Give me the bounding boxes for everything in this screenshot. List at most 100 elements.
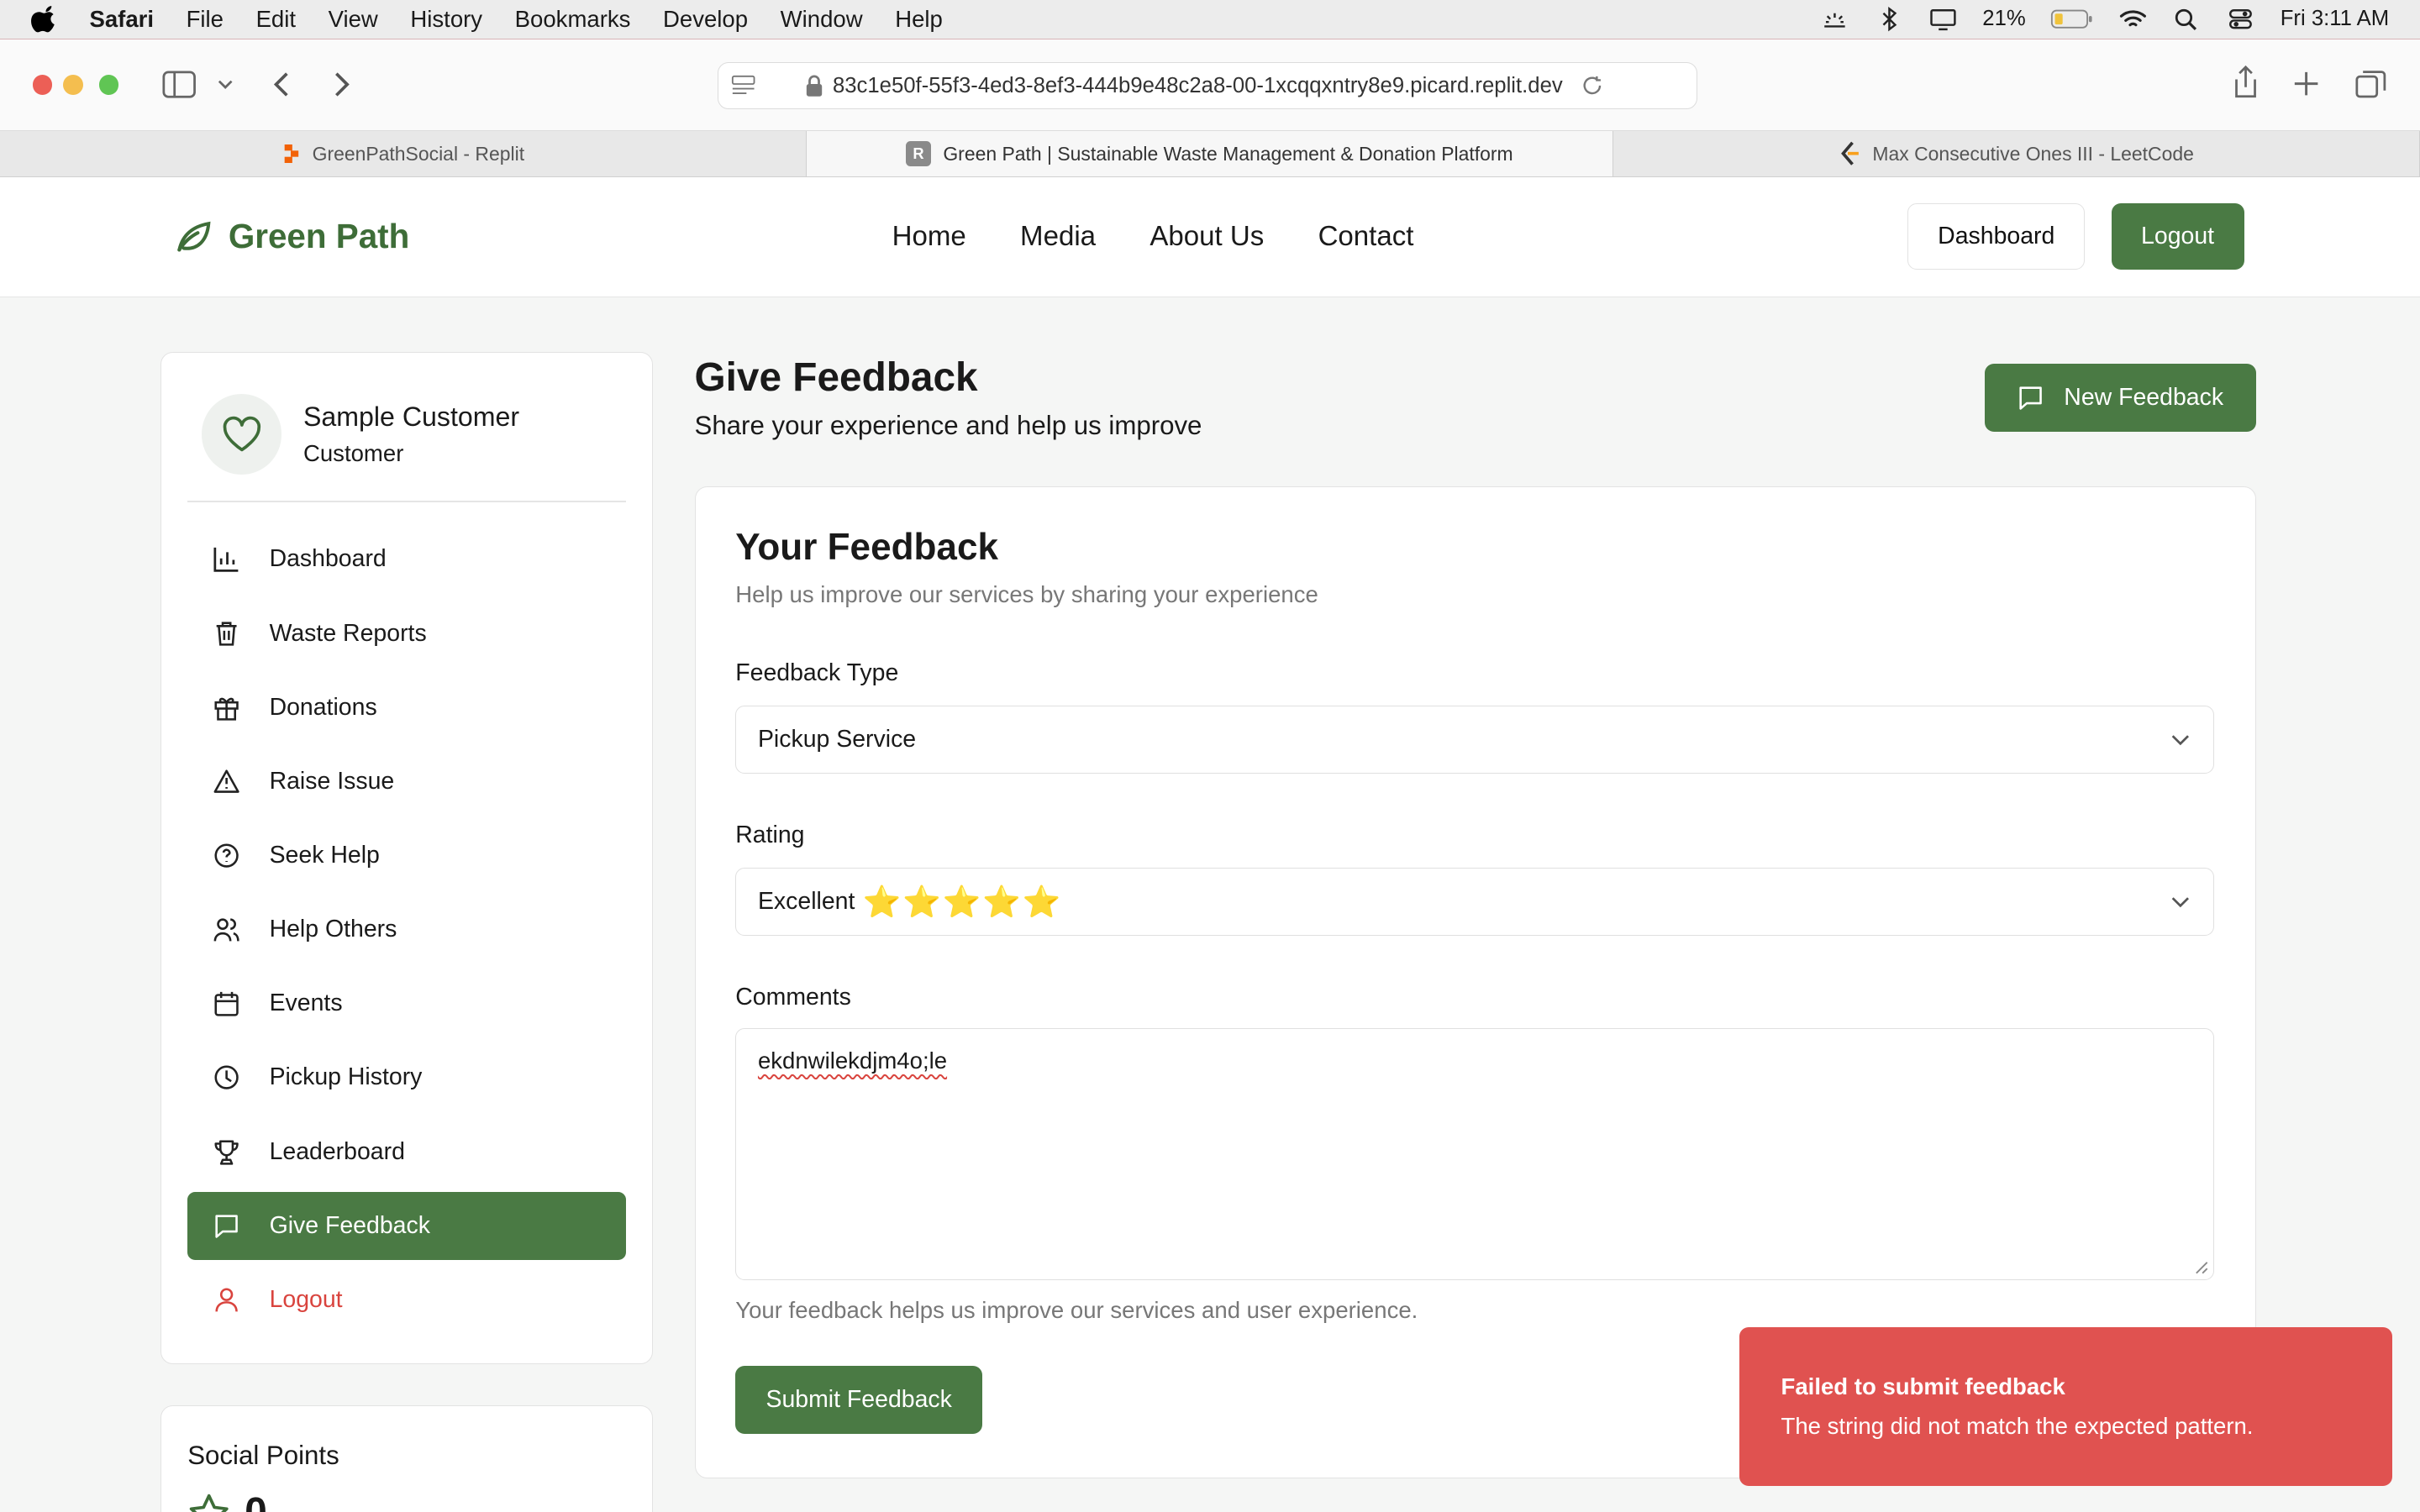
bluetooth-icon[interactable] (1875, 7, 1904, 32)
chevron-down-icon (2172, 897, 2190, 908)
brand-logo[interactable]: Green Path (173, 216, 410, 256)
page-menu-icon[interactable] (731, 75, 755, 97)
browser-tab[interactable]: Max Consecutive Ones III - LeetCode (1613, 131, 2420, 177)
user-icon (215, 1288, 239, 1312)
toast-message: The string did not match the expected pa… (1781, 1413, 2254, 1440)
dashboard-button[interactable]: Dashboard (1907, 203, 2086, 270)
menu-file[interactable]: File (187, 6, 224, 33)
warning-icon (214, 769, 240, 793)
menu-develop[interactable]: Develop (663, 6, 748, 33)
gift-icon (214, 697, 239, 721)
menu-edit[interactable]: Edit (256, 6, 296, 33)
battery-icon[interactable] (2050, 7, 2093, 31)
logout-button[interactable]: Logout (2111, 203, 2244, 270)
sidebar-item-raise-issue[interactable]: Raise Issue (187, 748, 626, 816)
trophy-icon (214, 1139, 239, 1165)
tab-overview-icon[interactable] (2355, 69, 2386, 98)
sidebar-item-label: Dashboard (269, 545, 387, 573)
url-text[interactable]: 83c1e50f-55f3-4ed3-8ef3-444b9e48c2a8-00-… (833, 74, 1563, 98)
user-role: Customer (302, 440, 404, 467)
sidebar-item-events[interactable]: Events (187, 969, 626, 1037)
comments-label: Comments (735, 983, 851, 1011)
new-tab-icon[interactable] (2293, 71, 2319, 97)
spotlight-search-icon[interactable] (2172, 7, 2202, 31)
user-name: Sample Customer (302, 402, 520, 432)
page-title: Give Feedback (694, 355, 978, 401)
social-points-card: Social Points 0 (160, 1405, 653, 1512)
error-toast[interactable]: Failed to submit feedback The string did… (1739, 1326, 2392, 1486)
chevron-down-icon[interactable] (218, 78, 233, 91)
rating-star-icon: ⭐ (902, 885, 941, 920)
wifi-icon[interactable] (2118, 7, 2148, 31)
display-icon[interactable] (1928, 7, 1958, 31)
rating-star-icon: ⭐ (1022, 885, 1061, 920)
menubar-status-area: 21% Fri 3:11 AM (1820, 0, 2389, 39)
apple-logo-icon[interactable] (30, 5, 59, 33)
control-center-icon[interactable] (2226, 7, 2255, 31)
calendar-icon (214, 992, 239, 1016)
sidebar-item-give-feedback[interactable]: Give Feedback (187, 1191, 626, 1260)
rating-select[interactable]: Excellent ⭐⭐⭐⭐⭐ (735, 868, 2214, 937)
lock-icon (806, 75, 823, 97)
rating-star-icon: ⭐ (942, 885, 981, 920)
menu-bookmarks[interactable]: Bookmarks (515, 6, 631, 33)
sidebar-item-leaderboard[interactable]: Leaderboard (187, 1118, 626, 1186)
minimize-window-button[interactable] (63, 75, 84, 96)
resize-handle-icon[interactable] (2195, 1261, 2209, 1275)
menu-window[interactable]: Window (781, 6, 863, 33)
nav-link-home[interactable]: Home (892, 221, 966, 253)
social-points-value: 0 (245, 1489, 267, 1512)
message-icon (215, 1215, 239, 1238)
back-arrow-icon[interactable] (271, 71, 293, 98)
address-bar[interactable]: 83c1e50f-55f3-4ed3-8ef3-444b9e48c2a8-00-… (718, 62, 1698, 109)
macos-menubar: Safari File Edit View History Bookmarks … (0, 0, 2420, 39)
forward-arrow-icon[interactable] (330, 71, 352, 98)
site-navbar: Green Path Home Media About Us Contact D… (0, 177, 2420, 298)
sidebar-item-logout[interactable]: Logout (187, 1266, 626, 1334)
sidebar-item-help-others[interactable]: Help Others (187, 895, 626, 963)
tab-label: GreenPathSocial - Replit (312, 142, 525, 165)
nav-link-media[interactable]: Media (1020, 221, 1096, 253)
sidebar-item-donations[interactable]: Donations (187, 674, 626, 742)
star-icon (189, 1494, 229, 1512)
sidebar-toggle-icon[interactable] (162, 71, 196, 98)
leetcode-favicon-icon (1841, 142, 1859, 166)
sidebar-item-label: Donations (269, 693, 377, 721)
sidebar-item-waste-reports[interactable]: Waste Reports (187, 600, 626, 668)
feedback-type-select[interactable]: Pickup Service (735, 706, 2214, 774)
close-window-button[interactable] (32, 75, 53, 96)
feedback-type-label: Feedback Type (735, 659, 899, 687)
sidebar-menu: Dashboard Waste Reports Donations Raise … (187, 525, 626, 1340)
sidebar-item-label: Logout (269, 1285, 343, 1313)
menu-help[interactable]: Help (895, 6, 943, 33)
zoom-window-button[interactable] (98, 75, 119, 96)
share-icon[interactable] (2232, 66, 2260, 99)
leaf-icon (177, 221, 211, 252)
sidebar-item-pickup-history[interactable]: Pickup History (187, 1044, 626, 1112)
comments-textarea[interactable]: ekdnwilekdjm4o;le (735, 1028, 2214, 1280)
sidebar-item-label: Give Feedback (269, 1211, 430, 1239)
browser-tab[interactable]: GreenPathSocial - Replit (0, 131, 807, 177)
trash-icon (217, 622, 237, 647)
heart-icon (223, 416, 260, 452)
sidebar-item-dashboard[interactable]: Dashboard (187, 525, 626, 593)
new-feedback-button[interactable]: New Feedback (1984, 364, 2257, 433)
site-favicon-icon: R (906, 141, 931, 166)
reload-icon[interactable] (1581, 75, 1603, 97)
menu-view[interactable]: View (329, 6, 378, 33)
browser-tab-active[interactable]: R Green Path | Sustainable Waste Managem… (806, 131, 1613, 177)
page-subtitle: Share your experience and help us improv… (694, 410, 1202, 440)
sidebar: Sample Customer Customer Dashboard Waste… (160, 351, 653, 1364)
form-hint: Your feedback helps us improve our servi… (735, 1296, 1418, 1323)
submit-feedback-button[interactable]: Submit Feedback (735, 1366, 983, 1435)
menu-app-name[interactable]: Safari (89, 6, 154, 33)
brightness-icon[interactable] (1820, 7, 1849, 31)
sidebar-item-label: Help Others (269, 916, 397, 943)
brand-name: Green Path (228, 216, 410, 255)
nav-link-about[interactable]: About Us (1150, 221, 1264, 253)
menu-history[interactable]: History (410, 6, 482, 33)
sidebar-item-label: Leaderboard (269, 1137, 405, 1165)
new-feedback-label: New Feedback (2064, 384, 2224, 412)
sidebar-item-seek-help[interactable]: Seek Help (187, 822, 626, 890)
nav-link-contact[interactable]: Contact (1318, 221, 1414, 253)
